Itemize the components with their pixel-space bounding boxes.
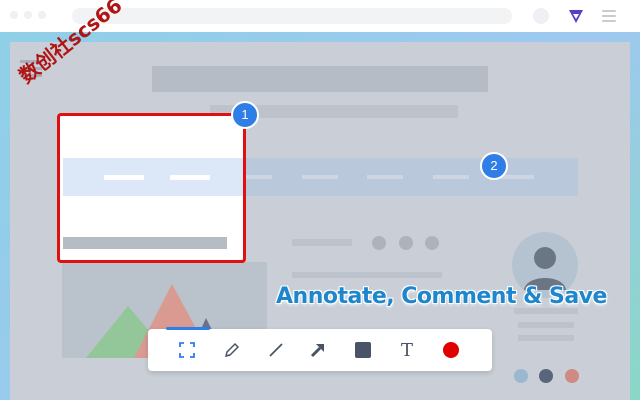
color-dot-icon[interactable] (441, 340, 461, 360)
close-window-dot[interactable] (10, 11, 18, 19)
text-icon[interactable]: T (397, 339, 417, 361)
line-icon[interactable] (266, 340, 286, 360)
dot-placeholder (399, 236, 413, 250)
selected-region[interactable] (57, 113, 246, 263)
text-line-placeholder (292, 272, 442, 278)
nav-dash (302, 175, 338, 179)
arrow-icon[interactable] (308, 340, 328, 360)
square-icon[interactable] (353, 340, 373, 360)
window-controls (10, 11, 46, 19)
selected-text-bar (63, 237, 227, 249)
swatch-dot (565, 369, 579, 383)
dot-placeholder (372, 236, 386, 250)
minimize-window-dot[interactable] (24, 11, 32, 19)
annotation-toolbar: T (148, 327, 492, 371)
swatch-dot (514, 369, 528, 383)
profile-line-placeholder (518, 335, 574, 341)
active-tool-indicator (166, 327, 210, 330)
pen-icon[interactable] (222, 340, 242, 360)
annotation-badge-2[interactable]: 2 (480, 152, 508, 180)
profile-avatar[interactable] (533, 8, 549, 24)
dot-placeholder (425, 236, 439, 250)
swatch-dot (539, 369, 553, 383)
crop-select-icon[interactable] (177, 340, 197, 360)
tagline: Annotate, Comment & Save (276, 284, 607, 309)
selected-nav-dash (170, 175, 210, 180)
page-title-placeholder (152, 66, 488, 92)
address-bar[interactable] (72, 8, 512, 24)
selected-nav-dash (104, 175, 144, 180)
hamburger-menu-icon[interactable] (602, 10, 616, 22)
nav-dash (433, 175, 469, 179)
nav-dash (367, 175, 403, 179)
profile-line-placeholder (518, 322, 574, 328)
text-line-placeholder (292, 239, 352, 246)
text-tool-glyph: T (400, 339, 413, 361)
maximize-window-dot[interactable] (38, 11, 46, 19)
selected-nav-band (63, 158, 243, 196)
annotation-badge-1[interactable]: 1 (231, 101, 259, 129)
extension-triangle-icon[interactable] (566, 6, 586, 26)
